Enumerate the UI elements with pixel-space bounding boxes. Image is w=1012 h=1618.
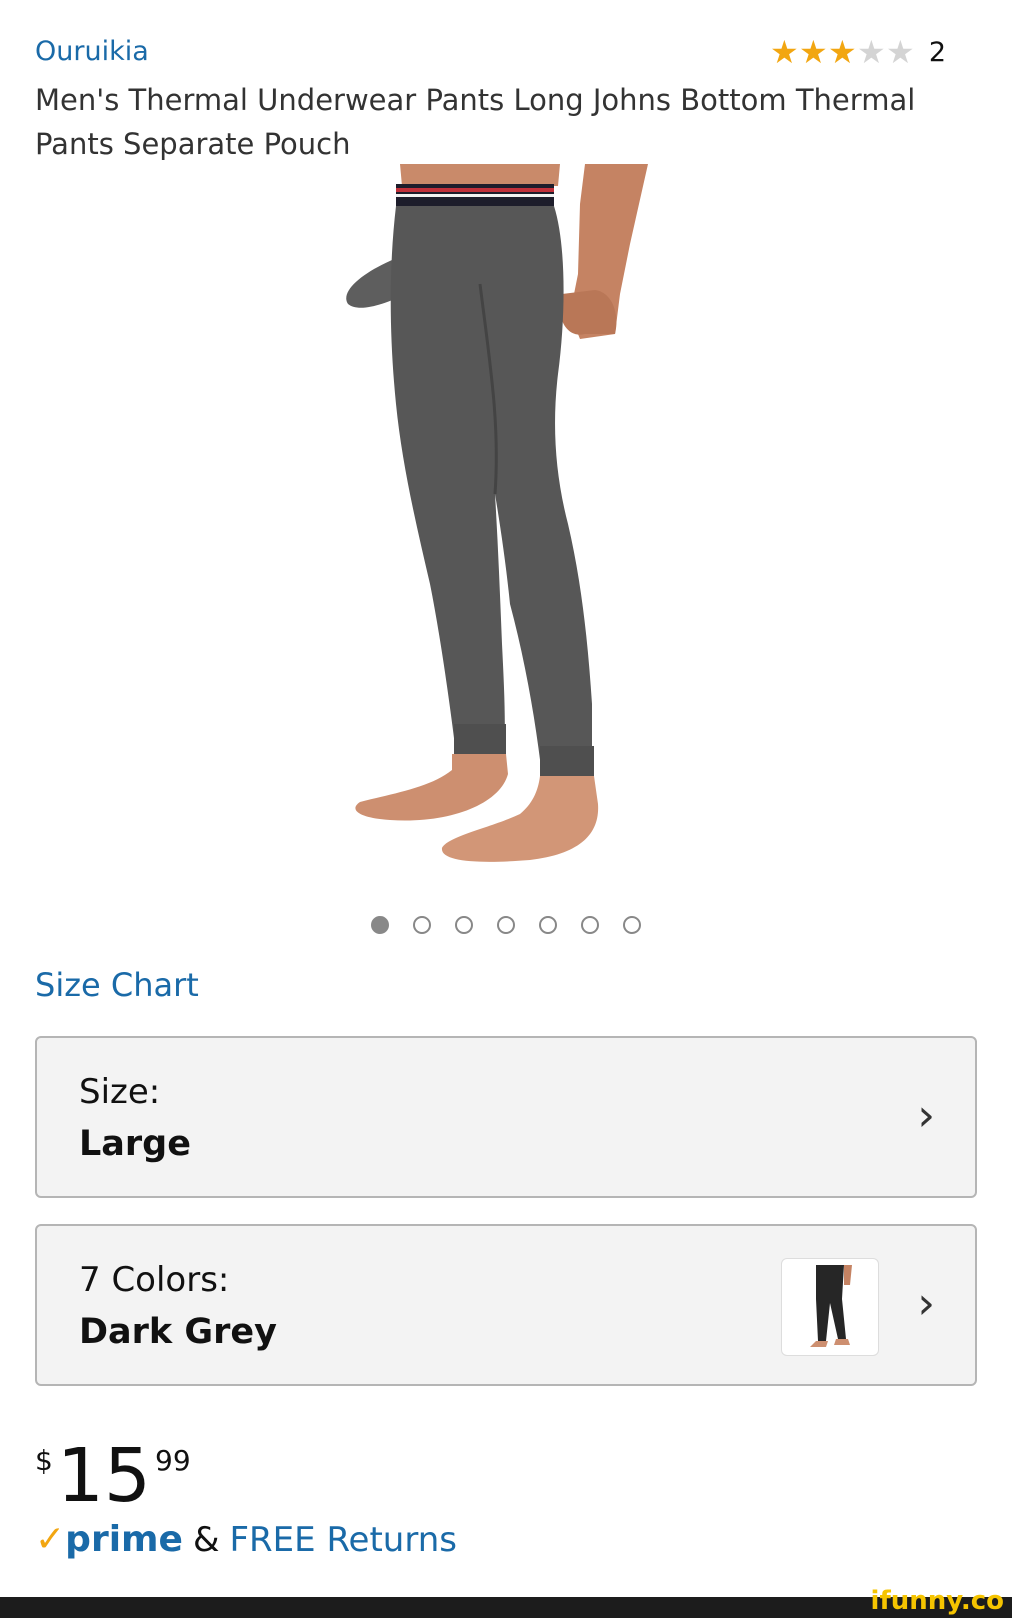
size-value: Large bbox=[79, 1124, 191, 1164]
chevron-right-icon: › bbox=[917, 1278, 935, 1329]
prime-check-icon: ✓ bbox=[35, 1519, 66, 1560]
carousel-dot[interactable] bbox=[455, 916, 473, 934]
color-value: Dark Grey bbox=[79, 1312, 277, 1352]
carousel-dot[interactable] bbox=[581, 916, 599, 934]
color-swatch-thumbnail bbox=[781, 1258, 879, 1356]
star-filled-icon: ★ bbox=[798, 33, 828, 71]
price-fraction: 99 bbox=[155, 1444, 191, 1477]
product-image[interactable] bbox=[330, 164, 660, 894]
price-currency: $ bbox=[35, 1444, 53, 1477]
size-chart-link[interactable]: Size Chart bbox=[35, 966, 199, 1004]
prime-badge: ✓ prime & FREE Returns bbox=[35, 1519, 457, 1561]
carousel-dot[interactable] bbox=[539, 916, 557, 934]
star-filled-icon: ★ bbox=[827, 33, 857, 71]
color-selector[interactable]: 7 Colors: Dark Grey › bbox=[35, 1224, 977, 1386]
star-rating: ★ ★ ★ ★ ★ bbox=[770, 34, 915, 70]
carousel-dot[interactable] bbox=[497, 916, 515, 934]
chevron-right-icon: › bbox=[917, 1090, 935, 1141]
price-whole: 15 bbox=[56, 1433, 151, 1519]
watermark-logo: ifunny.co bbox=[870, 1586, 1004, 1616]
product-title: Men's Thermal Underwear Pants Long Johns… bbox=[35, 83, 916, 161]
price: $ 15 99 bbox=[35, 1436, 191, 1516]
rating[interactable]: ★ ★ ★ ★ ★ 2 bbox=[770, 34, 946, 70]
star-filled-icon: ★ bbox=[769, 33, 799, 71]
carousel-dot[interactable] bbox=[371, 916, 389, 934]
star-empty-icon: ★ bbox=[856, 33, 886, 71]
free-returns-link[interactable]: FREE Returns bbox=[229, 1520, 457, 1560]
prime-ampersand: & bbox=[192, 1520, 220, 1560]
rating-count[interactable]: 2 bbox=[929, 37, 946, 68]
star-empty-icon: ★ bbox=[885, 33, 915, 71]
size-selector[interactable]: Size: Large › bbox=[35, 1036, 977, 1198]
carousel-dot[interactable] bbox=[413, 916, 431, 934]
brand-link[interactable]: Ouruikia bbox=[35, 36, 149, 67]
carousel-indicator bbox=[0, 916, 1012, 934]
footer-bar bbox=[0, 1597, 1012, 1618]
size-label: Size: bbox=[79, 1072, 161, 1112]
prime-logo: prime bbox=[65, 1519, 183, 1560]
color-label: 7 Colors: bbox=[79, 1260, 230, 1300]
carousel-dot[interactable] bbox=[623, 916, 641, 934]
